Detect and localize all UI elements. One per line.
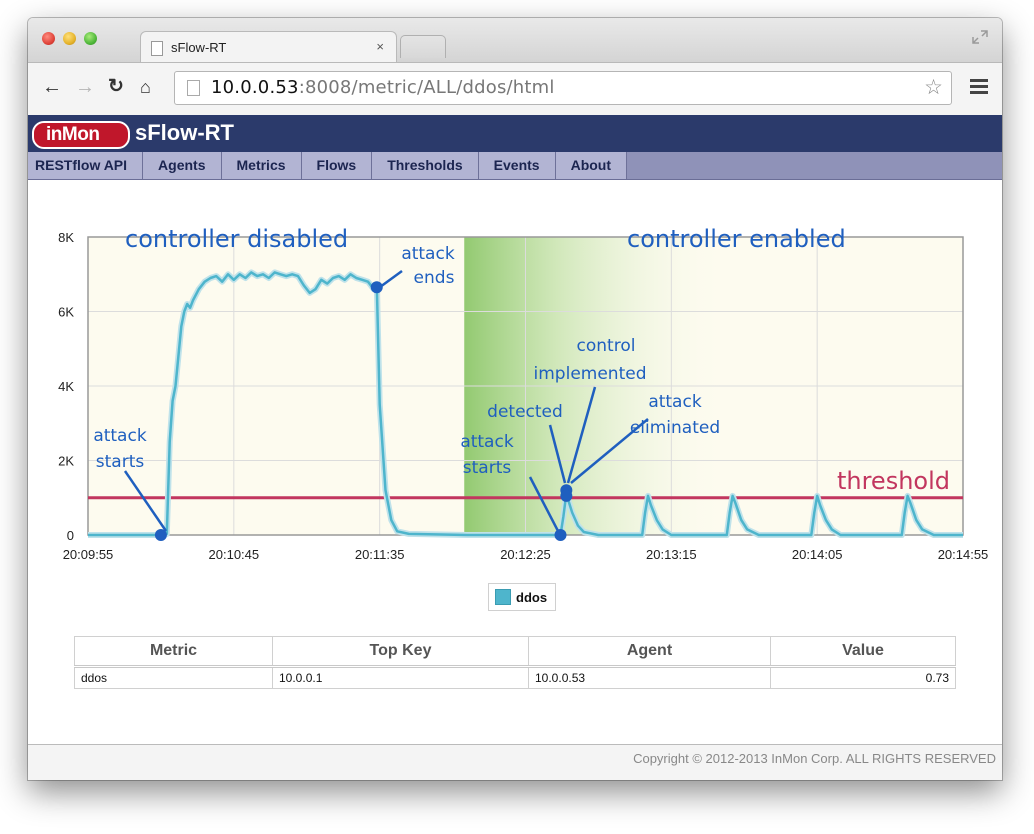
cell-metric: ddos [74,666,273,689]
annotation-attack-starts: attack [93,426,147,446]
metric-chart: 0 2K 4K 6K 8K 20:09:55 20:10:45 20:11:35 20:12:2… [28,179,1002,619]
forward-button[interactable]: → [75,77,95,97]
bookmark-star-icon[interactable]: ☆ [924,75,943,100]
app-title: sFlow-RT [135,120,234,145]
nav-thresholds[interactable]: Thresholds [372,152,479,179]
x-tick-label: 20:14:05 [792,547,843,562]
browser-toolbar: ← → ↻ ⌂ 10.0.0.53:8008/metric/ALL/ddos/h… [28,62,1002,116]
annotation-attack-eliminated: attack [648,392,702,412]
marker-control-implemented [560,489,573,502]
annotation-attack-ends: attack [401,244,455,264]
home-button[interactable]: ⌂ [140,77,151,97]
table-row: ddos 10.0.0.1 10.0.0.53 0.73 [74,666,956,689]
marker-attack-starts-2 [554,529,567,541]
annotation-threshold: threshold [837,467,950,495]
address-bar[interactable]: 10.0.0.53:8008/metric/ALL/ddos/html ☆ [174,71,952,105]
x-tick-label: 20:09:55 [63,547,114,562]
x-tick-label: 20:13:15 [646,547,697,562]
browser-tab[interactable]: sFlow-RT × [140,31,397,63]
url-host: 10.0.0.53 [211,77,299,98]
tab-title: sFlow-RT [171,40,227,55]
metric-table: Metric Top Key Agent Value ddos 10.0.0.1… [74,636,956,689]
annotation-attack-starts: starts [463,458,512,478]
fullscreen-icon[interactable] [972,30,988,44]
main-nav: RESTflow API Agents Metrics Flows Thresh… [28,152,1002,180]
y-tick-label: 8K [58,230,74,245]
y-tick-label: 2K [58,454,74,469]
column-agent: Agent [528,636,771,668]
nav-flows[interactable]: Flows [301,152,373,179]
app-header: inMon sFlow-RT [28,115,1002,152]
menu-icon[interactable] [970,79,988,97]
chart-svg: 0 2K 4K 6K 8K 20:09:55 20:10:45 20:11:35 20:12:2… [58,225,989,562]
column-value: Value [770,636,956,668]
legend-label: ddos [516,589,548,605]
close-window-button[interactable] [42,32,55,45]
x-tick-label: 20:14:55 [938,547,989,562]
y-tick-label: 0 [67,528,74,543]
back-button[interactable]: ← [42,77,62,97]
inmon-logo: inMon [32,121,130,149]
tab-strip: sFlow-RT × [28,18,1002,63]
annotation-control-implemented: implemented [534,364,647,384]
annotation-control-implemented: control [577,336,636,356]
annotation-attack-eliminated: eliminated [630,418,720,438]
cell-top-key: 10.0.0.1 [272,666,529,689]
page-icon [187,80,200,96]
new-tab-button[interactable] [400,35,446,58]
zoom-window-button[interactable] [84,32,97,45]
minimize-window-button[interactable] [63,32,76,45]
annotation-attack-starts: starts [96,452,145,472]
y-tick-label: 6K [58,305,74,320]
nav-restflow-api[interactable]: RESTflow API [28,152,144,179]
url-text[interactable]: 10.0.0.53:8008/metric/ALL/ddos/html [211,77,555,98]
column-metric: Metric [74,636,273,668]
nav-agents[interactable]: Agents [143,152,222,179]
marker-attack-ends [370,281,383,294]
table-header-row: Metric Top Key Agent Value [74,636,956,668]
marker-attack-starts [154,529,167,541]
annotation-attack-starts: attack [460,432,514,452]
chart-legend[interactable]: ddos [488,583,557,611]
nav-events[interactable]: Events [478,152,556,179]
column-top-key: Top Key [272,636,529,668]
annotation-attack-ends: ends [414,268,455,288]
page-footer: Copyright © 2012-2013 InMon Corp. ALL RI… [28,744,1002,780]
browser-window: sFlow-RT × ← → ↻ ⌂ 10.0.0.53:8008/metric… [28,18,1002,780]
annotation-detected: detected [487,402,563,422]
annotation-controller-disabled: controller disabled [125,225,348,253]
reload-button[interactable]: ↻ [108,77,124,97]
tab-close-icon[interactable]: × [376,39,384,54]
cell-agent: 10.0.0.53 [528,666,771,689]
page-icon [151,41,163,56]
x-tick-label: 20:12:25 [500,547,551,562]
url-path: :8008/metric/ALL/ddos/html [298,77,555,98]
x-tick-label: 20:11:35 [355,547,405,562]
y-tick-label: 4K [58,379,74,394]
nav-metrics[interactable]: Metrics [221,152,302,179]
nav-about[interactable]: About [555,152,628,179]
annotation-controller-enabled: controller enabled [627,225,846,253]
x-tick-label: 20:10:45 [209,547,260,562]
cell-value: 0.73 [770,666,956,689]
legend-swatch [495,589,511,605]
copyright-text: Copyright © 2012-2013 InMon Corp. ALL RI… [633,751,996,766]
logo-text: inMon [46,124,100,145]
